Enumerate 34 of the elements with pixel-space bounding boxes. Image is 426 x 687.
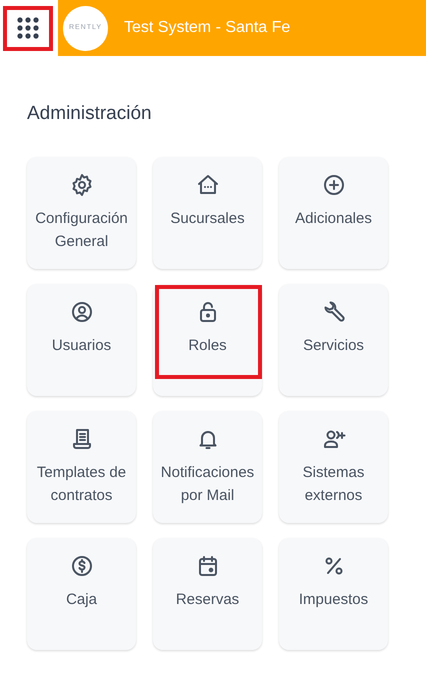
tile-label: Sistemas externos (302, 462, 366, 506)
tile-label: Servicios (302, 336, 365, 356)
plus-circle-icon (322, 172, 346, 196)
admin-tile[interactable]: Sucursales (153, 156, 262, 268)
tile-label: Roles (187, 336, 228, 356)
admin-tile[interactable]: Adicionales (279, 156, 388, 268)
admin-tile[interactable]: Reservas (153, 538, 262, 650)
admin-tile[interactable]: Impuestos (279, 538, 388, 650)
admin-tile[interactable]: Templates de contratos (27, 410, 136, 522)
admin-tile[interactable]: Caja (27, 538, 136, 650)
tile-label: Adicionales (294, 208, 373, 228)
tile-label: Sucursales (169, 208, 246, 228)
gear-icon (70, 172, 94, 196)
tile-label: Notificaciones por Mail (160, 462, 256, 506)
tile-label: Usuarios (50, 336, 112, 356)
dollar-circle-icon (70, 554, 94, 578)
section-title: Administración (27, 102, 153, 126)
tile-label: Caja (65, 590, 98, 610)
admin-tile[interactable]: Usuarios (27, 284, 136, 396)
user-circle-icon (70, 300, 94, 324)
tile-label: Reservas (174, 590, 240, 610)
tile-label: Configuración General (34, 208, 129, 252)
tile-label: Templates de contratos (36, 462, 128, 506)
header-title: Test System - Santa Fe (124, 18, 290, 38)
apps-grid-icon (17, 17, 39, 39)
admin-tile[interactable]: Sistemas externos (279, 410, 388, 522)
admin-tile[interactable]: Roles (153, 284, 262, 396)
tile-label: Impuestos (298, 590, 370, 610)
admin-tile[interactable]: Notificaciones por Mail (153, 410, 262, 522)
admin-tile[interactable]: Configuración General (27, 156, 136, 268)
wrench-icon (322, 300, 346, 324)
house-icon (196, 172, 220, 196)
apps-menu-button[interactable] (3, 6, 53, 50)
admin-tile[interactable]: Servicios (279, 284, 388, 396)
